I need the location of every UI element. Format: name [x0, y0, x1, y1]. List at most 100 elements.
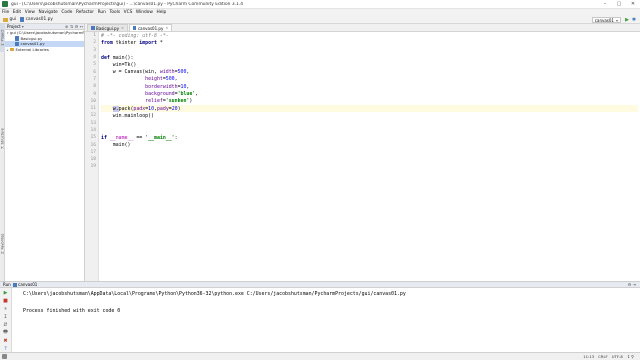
code-line[interactable]: 12 win.mainloop() [90, 112, 638, 119]
debug-icon[interactable]: ✱ [631, 17, 637, 23]
gear-icon[interactable]: ⚙ ⇥ [628, 282, 636, 287]
run-configuration-select[interactable]: canvas01 ▾ [591, 17, 621, 23]
code-token: ) [189, 98, 193, 105]
code-line[interactable]: 10 relief ='sunken') [90, 98, 638, 105]
editor-tab[interactable]: canvas01.py × [128, 24, 173, 31]
line-number: 2 [93, 40, 96, 46]
line-number: 4 [93, 55, 96, 61]
line-number: 8 [93, 84, 96, 90]
code-line[interactable]: 4 def main(): [93, 54, 638, 61]
navigation-bar: gui canvas01.py canvas01 ▾ ▶ ✱ [0, 16, 640, 24]
code-token: 'sunken' [165, 98, 190, 105]
code-line[interactable]: 2 from tkinter import * [93, 39, 638, 46]
menu-tools[interactable]: Tools [109, 10, 120, 15]
cursor-position[interactable]: 11:13 [583, 354, 594, 359]
run-toolbar-vertical: ▶ ■ ⏸ ↧ ⇵ 🖶 ✖? [0, 288, 12, 353]
breadcrumb-project[interactable]: gui [3, 17, 16, 22]
code-line[interactable]: 9 background ='blue', [93, 90, 638, 97]
editor-tab-label: Basicgui.py [96, 25, 119, 31]
stop-icon[interactable]: ■ [2, 298, 9, 305]
code-line[interactable]: 17 [90, 149, 638, 156]
code-token: pady [156, 105, 169, 112]
menu-run[interactable]: Run [98, 10, 106, 15]
code-token: __name__ [109, 134, 134, 141]
scroll-to-end-icon[interactable]: ↧ [2, 314, 9, 321]
code-token: , [174, 76, 178, 83]
tree-item-label: Basicgui.py [20, 35, 43, 41]
menu-vcs[interactable]: VCS [124, 10, 133, 15]
menu-navigate[interactable]: Navigate [39, 10, 58, 15]
menu-window[interactable]: Window [136, 10, 153, 15]
editor-area: Basicgui.py × canvas01.py × 1 # -*- coding: … [85, 24, 640, 281]
line-separator[interactable]: CRLF [598, 354, 608, 359]
close-tab-icon[interactable]: × [121, 26, 124, 30]
code-line[interactable]: 19 [90, 163, 638, 170]
expand-arrow-icon[interactable]: ▾ [7, 31, 9, 35]
soft-wrap-icon[interactable]: ⇵ [2, 321, 9, 328]
code-line[interactable]: 11 w. pack(padx = 10, pady = 20) [90, 104, 638, 113]
rerun-icon[interactable]: ▶ [2, 290, 9, 297]
line-number: 12 [90, 113, 96, 119]
line-number: 14 [90, 128, 96, 133]
code-line[interactable]: 13 [90, 120, 638, 127]
code-line[interactable]: 15 if __name__ == '__main__': [90, 134, 638, 141]
python-file-icon [91, 26, 95, 30]
close-icon[interactable]: ✖ [2, 337, 9, 344]
folder-icon [3, 17, 8, 22]
python-file-icon [15, 41, 19, 47]
run-config-name[interactable]: canvas01 [18, 282, 37, 287]
menu-help[interactable]: Help [156, 10, 166, 15]
menu-file[interactable]: File [2, 10, 9, 15]
code-line[interactable]: 18 [90, 156, 638, 163]
close-button[interactable]: ✕ [626, 0, 640, 9]
minimize-button[interactable]: – [598, 0, 612, 9]
menu-bar: File Edit View Navigate Code Refactor Ru… [0, 9, 640, 16]
code-token: : [174, 134, 178, 141]
status-icons: ↕ ⚲ [626, 354, 634, 359]
menu-refactor[interactable]: Refactor [76, 10, 94, 15]
tree-item[interactable]: ▸ External Libraries [5, 47, 84, 53]
code-token: tkinter [112, 39, 140, 46]
menu-view[interactable]: View [25, 10, 35, 15]
window-title: gui - [C:\Users\jacobshutsman\PycharmPro… [11, 1, 243, 7]
hide-icon[interactable]: ↤ [79, 24, 84, 29]
code-line[interactable]: 6 w = Canvas(win, width = 500, [93, 68, 638, 75]
menu-edit[interactable]: Edit [13, 10, 21, 15]
code-editor[interactable]: 1 # -*- coding: utf-8 -*- 2 from tkinter im… [90, 32, 638, 171]
code-line[interactable]: 1 # -*- coding: utf-8 -*- [93, 32, 638, 39]
line-number: 19 [90, 164, 96, 170]
tree-item[interactable]: ▾gui (C:\Users\jacobshutsman\PycharmProj… [5, 30, 84, 36]
code-token: ) [177, 105, 181, 112]
code-line[interactable]: 7 height = 500, [93, 76, 638, 83]
breadcrumb-file[interactable]: canvas01.py [20, 17, 53, 22]
editor-tab[interactable]: Basicgui.py × [87, 24, 128, 31]
code-token: from [101, 39, 113, 46]
file-encoding[interactable]: UTF-8 [612, 354, 623, 359]
code-line[interactable]: 8 borderwidth = 10, [93, 83, 638, 90]
help-icon[interactable]: ? [2, 345, 9, 352]
code-token: 500 [165, 76, 175, 83]
python-file-icon [20, 17, 25, 22]
line-number: 3 [93, 47, 96, 53]
menu-code[interactable]: Code [61, 10, 72, 15]
code-line[interactable]: 16 main() [90, 141, 638, 148]
line-number: 11 [90, 106, 96, 112]
code-line[interactable]: 14 [90, 127, 638, 134]
line-number: 6 [93, 69, 96, 75]
project-panel-title[interactable]: Project [7, 24, 21, 29]
console-output[interactable]: C:\Users\jacobshutsman\AppData\Local\Pro… [23, 291, 406, 317]
project-panel: Project ▾ ⊕ ⇅ ⚙ ↤ ▾ gui (C:\Users\jacobsh… [5, 24, 85, 281]
code-line[interactable]: 5 win=Tk() [93, 61, 638, 68]
run-icon[interactable]: ▶ [624, 17, 630, 23]
console-command-line: C:\Users\jacobshutsman\AppData\Local\Pro… [23, 291, 406, 297]
pause-icon[interactable]: ⏸ [2, 306, 9, 313]
folder-icon [10, 47, 14, 52]
close-tab-icon[interactable]: × [165, 26, 168, 30]
print-icon[interactable]: 🖶 [2, 329, 9, 336]
maximize-button[interactable]: ▢ [612, 0, 626, 9]
line-number: 16 [90, 142, 96, 148]
tool-windows-icon[interactable] [2, 354, 7, 359]
code-line[interactable]: 3 [93, 47, 638, 54]
line-number: 1 [93, 33, 96, 39]
